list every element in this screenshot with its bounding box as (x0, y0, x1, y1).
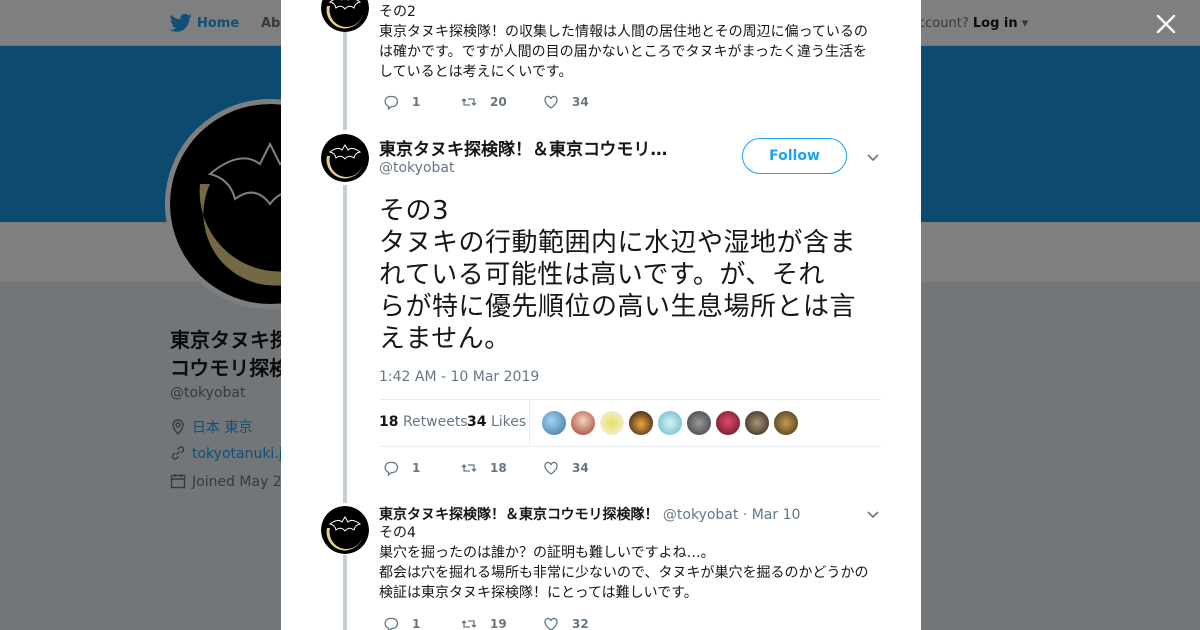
chevron-down-icon[interactable] (866, 150, 880, 164)
main-tweet-avatar[interactable] (321, 134, 369, 182)
liker-avatar[interactable] (773, 410, 799, 436)
retweets-stat-label: Retweets (402, 414, 468, 430)
prev-tweet-text: その2 東京タヌキ探検隊！の収集した情報は人間の居住地とその周辺に偏っているの … (379, 2, 879, 82)
likes-stat[interactable]: 34 Likes (467, 414, 526, 430)
liker-avatar[interactable] (570, 410, 596, 436)
stats-divider (529, 400, 530, 446)
next-tweet-header: 東京タヌキ探検隊！＆東京コウモリ探検隊！ @tokyobat · Mar 10 (379, 504, 800, 524)
retweet-count: 20 (490, 95, 507, 109)
main-tweet-line: らが特に優先順位の高い生息場所とは言 (379, 292, 857, 322)
like-count: 34 (572, 461, 589, 475)
tweet-timestamp[interactable]: 1:42 AM - 10 Mar 2019 (379, 369, 539, 385)
thread-line-mid (343, 185, 347, 503)
retweets-stat-count: 18 (379, 414, 399, 430)
next-tweet-avatar[interactable] (321, 506, 369, 554)
liker-avatar[interactable] (628, 410, 654, 436)
like-count: 32 (572, 617, 589, 630)
retweet-count: 19 (490, 617, 507, 630)
prev-tweet-line: 東京タヌキ探検隊！の収集した情報は人間の居住地とその周辺に偏っているの (379, 24, 868, 40)
main-tweet-author-name[interactable]: 東京タヌキ探検隊！＆東京コウモリ… (379, 135, 699, 160)
next-tweet-author-name[interactable]: 東京タヌキ探検隊！＆東京コウモリ探検隊！ (379, 507, 658, 523)
reply-button[interactable]: 1 (383, 93, 420, 111)
next-tweet-text: その4 巣穴を掘ったのは誰か？の証明も難しいですよね…。 都会は穴を掘れる場所も… (379, 523, 879, 603)
reply-count: 1 (412, 617, 421, 630)
main-tweet-line: その3 (379, 196, 450, 226)
main-tweet-author-handle[interactable]: @tokyobat (379, 160, 454, 176)
retweet-icon (461, 620, 477, 628)
next-tweet-line: 都会は穴を掘れる場所も非常に少ないので、タヌキが巣穴を掘るのかどうかの (379, 565, 869, 581)
like-button[interactable]: 34 (543, 93, 589, 111)
liker-avatar[interactable] (686, 410, 712, 436)
likes-stat-label: Likes (490, 414, 527, 430)
tweet-stats: 18 Retweets 34 Likes (379, 399, 881, 447)
next-tweet-line: その4 (379, 525, 416, 541)
liker-avatar[interactable] (657, 410, 683, 436)
prev-tweet-line: しているとは考えにくいです。 (379, 64, 573, 80)
liker-avatar[interactable] (541, 410, 567, 436)
reply-button[interactable]: 1 (383, 459, 420, 477)
close-icon[interactable] (1154, 12, 1178, 36)
follow-button[interactable]: Follow (742, 138, 847, 174)
reply-count: 1 (412, 95, 421, 109)
liker-avatar[interactable] (715, 410, 741, 436)
prev-tweet-line: その2 (379, 4, 416, 20)
tweet-permalink-modal: その2 東京タヌキ探検隊！の収集した情報は人間の居住地とその周辺に偏っているの … (281, 0, 921, 630)
thread-line-bottom (343, 555, 347, 630)
liker-avatars (541, 410, 802, 436)
reply-icon (384, 617, 399, 630)
like-count: 34 (572, 95, 589, 109)
retweets-stat[interactable]: 18 Retweets (379, 414, 468, 430)
next-tweet-author-handle[interactable]: @tokyobat (663, 507, 738, 523)
retweet-icon (461, 98, 477, 106)
prev-tweet-avatar[interactable] (321, 0, 369, 32)
next-tweet-line: 検証は東京タヌキ探検隊！にとっては難しいです。 (379, 585, 698, 601)
liker-avatar[interactable] (744, 410, 770, 436)
reply-button[interactable]: 1 (383, 615, 420, 630)
retweet-button[interactable]: 20 (461, 93, 507, 111)
liker-avatar[interactable] (599, 410, 625, 436)
retweet-button[interactable]: 18 (461, 459, 507, 477)
chevron-down-icon[interactable] (866, 507, 880, 521)
like-button[interactable]: 34 (543, 459, 589, 477)
retweet-icon (461, 464, 477, 472)
heart-icon (544, 95, 558, 109)
prev-tweet-line: は確かです。ですが人間の目の届かないところでタヌキがまったく違う生活を (379, 44, 868, 60)
reply-icon (384, 461, 399, 476)
next-tweet-line: 巣穴を掘ったのは誰か？の証明も難しいですよね…。 (379, 545, 715, 561)
retweet-button[interactable]: 19 (461, 615, 507, 630)
thread-line-top (343, 30, 347, 130)
next-tweet-date[interactable]: · Mar 10 (743, 507, 801, 523)
reply-count: 1 (412, 461, 421, 475)
heart-icon (544, 461, 558, 475)
main-tweet-line: えません。 (379, 324, 511, 354)
retweet-count: 18 (490, 461, 507, 475)
main-tweet-line: タヌキの行動範囲内に水辺や湿地が含ま (379, 228, 857, 258)
reply-icon (384, 95, 399, 110)
main-tweet-line: れている可能性は高いです。が、それ (379, 260, 825, 290)
main-tweet-text: その3 タヌキの行動範囲内に水辺や湿地が含ま れている可能性は高いです。が、それ… (379, 195, 879, 355)
like-button[interactable]: 32 (543, 615, 589, 630)
heart-icon (544, 617, 558, 630)
likes-stat-count: 34 (467, 414, 487, 430)
